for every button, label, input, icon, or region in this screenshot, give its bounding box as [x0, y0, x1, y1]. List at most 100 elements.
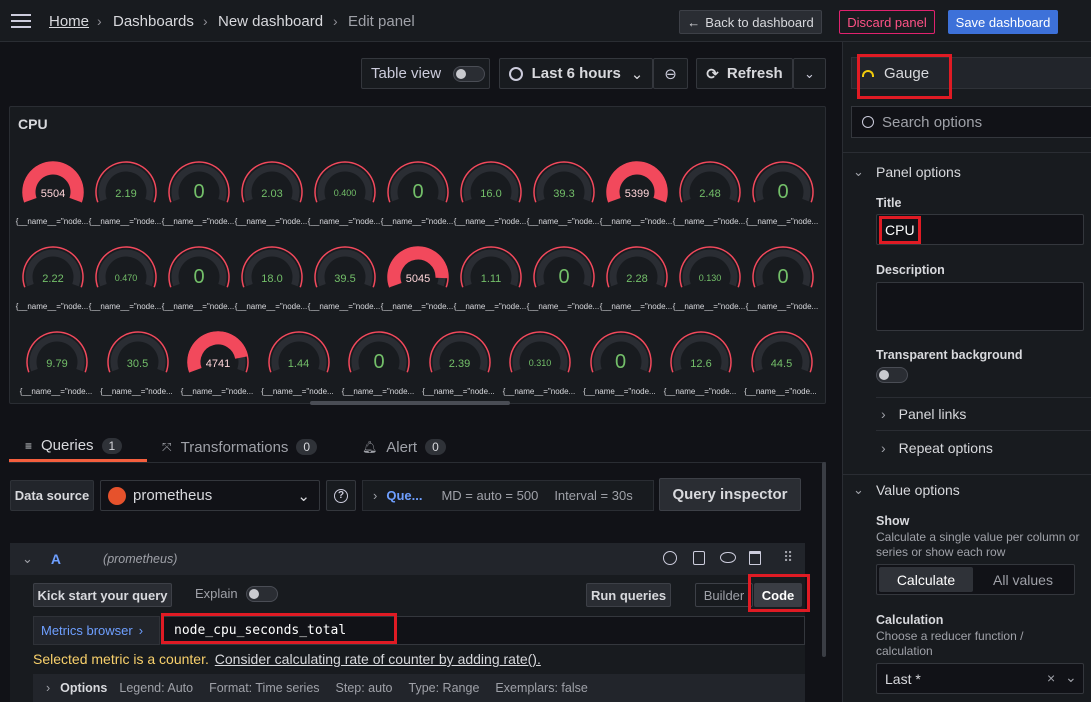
table-view-switch[interactable]: [453, 65, 486, 82]
rate-hint-link[interactable]: Consider calculating rate of counter by …: [215, 651, 541, 667]
trash-icon[interactable]: [749, 551, 761, 565]
gauge: 2.03 {__name__="node...: [235, 157, 307, 232]
discard-panel-button[interactable]: Discard panel: [839, 10, 935, 34]
chevron-down-icon: ⌄: [1065, 669, 1077, 685]
query-scrollbar[interactable]: [822, 462, 826, 657]
gauge-label: {__name__="node...: [663, 387, 737, 396]
chevron-down-icon: ⌄: [804, 65, 815, 81]
gauge-svg: [95, 246, 157, 288]
explain-label: Explain: [195, 586, 238, 601]
chevron-down-icon[interactable]: ⌄: [22, 551, 33, 567]
gauge-label: {__name__="node...: [341, 387, 415, 396]
clear-icon[interactable]: ×: [1047, 670, 1055, 686]
visualization-picker[interactable]: Gauge: [851, 57, 1091, 89]
gauge-value: 1.44: [287, 358, 310, 370]
transformations-count: 0: [296, 439, 318, 455]
type-option: Type: Range: [408, 681, 480, 695]
gauge-svg: [314, 246, 376, 288]
gauge-svg: [606, 161, 668, 203]
refresh-interval-dropdown[interactable]: ⌄: [793, 58, 826, 89]
all-values-option[interactable]: All values: [975, 567, 1071, 592]
time-range-label: Last 6 hours: [531, 65, 621, 82]
format-option: Format: Time series: [209, 681, 320, 695]
builder-mode-button[interactable]: Builder: [695, 583, 753, 607]
query-expression: node_cpu_seconds_total: [174, 623, 347, 638]
panel-options-heading[interactable]: Panel options: [876, 164, 961, 180]
tab-queries[interactable]: ≡ Queries 1: [9, 432, 147, 462]
kick-start-label: Kick start your query: [37, 587, 168, 603]
warning-text: Selected metric is a counter.: [33, 651, 209, 667]
back-to-dashboard-button[interactable]: ← Back to dashboard: [679, 10, 822, 34]
kick-start-button[interactable]: Kick start your query: [33, 583, 172, 607]
breadcrumb-home[interactable]: Home: [49, 13, 89, 30]
bell-icon: 🔔︎: [362, 440, 378, 454]
repeat-options-row[interactable]: › Repeat options: [876, 431, 1091, 465]
eye-icon[interactable]: [720, 552, 736, 563]
gauge-svg: [509, 331, 571, 373]
gauge-value: 16.0: [480, 188, 502, 200]
run-queries-label: Run queries: [590, 587, 667, 603]
gauge-label: {__name__="node...: [88, 302, 162, 311]
zoom-out-button[interactable]: ⊖: [653, 58, 688, 89]
metrics-browser-button[interactable]: Metrics browser ›: [33, 616, 160, 645]
run-queries-button[interactable]: Run queries: [586, 583, 671, 607]
explain-switch[interactable]: [246, 586, 278, 602]
tab-alert[interactable]: 🔔︎ Alert 0: [362, 432, 446, 462]
gauge-value: 0.130: [698, 273, 722, 283]
panel-links-label: Panel links: [898, 406, 967, 422]
search-options-input[interactable]: Search options: [851, 106, 1091, 138]
data-source-value: prometheus: [133, 487, 213, 504]
breadcrumb-dashboards[interactable]: Dashboards: [113, 13, 194, 30]
time-range-picker[interactable]: Last 6 hours ⌄: [499, 58, 653, 89]
gauge-svg: [26, 331, 88, 373]
transparent-background-switch[interactable]: [876, 367, 908, 383]
description-textarea[interactable]: [876, 282, 1084, 331]
help-icon[interactable]: [663, 551, 677, 565]
horizontal-scrollbar[interactable]: [310, 401, 510, 405]
gauge-value: 18.0: [261, 273, 283, 285]
gauge: 16.0 {__name__="node...: [454, 157, 526, 232]
gauge: 0 {__name__="node...: [162, 242, 234, 317]
search-placeholder: Search options: [882, 113, 983, 131]
title-value: CPU: [885, 221, 915, 238]
options-divider: [843, 474, 1091, 475]
query-row-header[interactable]: ⌄ A (prometheus) ⠿: [10, 543, 805, 575]
title-input[interactable]: CPU: [876, 214, 1084, 245]
calculation-label: Calculation: [876, 613, 944, 627]
panel-links-row[interactable]: › Panel links: [876, 397, 1091, 431]
query-expression-editor[interactable]: node_cpu_seconds_total: [161, 616, 805, 645]
gauge-svg: [187, 331, 249, 373]
gauge-svg: [314, 161, 376, 203]
tab-transformations[interactable]: ⤧ Transformations 0: [162, 432, 318, 462]
chevron-down-icon[interactable]: ⌄: [853, 164, 864, 180]
save-dashboard-button[interactable]: Save dashboard: [948, 10, 1058, 34]
code-mode-button[interactable]: Code: [754, 583, 802, 607]
calculation-select[interactable]: Last * × ⌄: [876, 663, 1084, 694]
duplicate-icon[interactable]: [693, 551, 705, 565]
value-options-heading[interactable]: Value options: [876, 482, 960, 498]
drag-handle-icon[interactable]: ⠿: [783, 549, 793, 566]
refresh-button[interactable]: ⟳ Refresh: [696, 58, 793, 89]
breadcrumb-current: Edit panel: [348, 13, 415, 30]
gauge-value: 2.03: [261, 188, 283, 200]
calculate-option[interactable]: Calculate: [879, 567, 973, 592]
gauge-value: 0: [558, 266, 570, 288]
table-view-toggle[interactable]: Table view: [361, 58, 490, 89]
gauge-value: 0.470: [114, 273, 138, 283]
gauge-label: {__name__="node...: [307, 217, 381, 226]
chevron-down-icon[interactable]: ⌄: [853, 482, 864, 498]
query-inspector-button[interactable]: Query inspector: [659, 478, 801, 511]
data-source-help-button[interactable]: ?: [326, 480, 356, 511]
gauge: 0 {__name__="node...: [583, 327, 656, 402]
menu-icon[interactable]: [11, 14, 31, 28]
gauge: 30.5 {__name__="node...: [100, 327, 173, 402]
data-source-picker[interactable]: prometheus ⌄: [100, 480, 320, 511]
options-pane: Gauge Search options ⌄ Panel options Tit…: [842, 42, 1091, 702]
gauge: 2.48 {__name__="node...: [673, 157, 745, 232]
gauge-label: {__name__="node...: [526, 217, 600, 226]
query-options-collapse[interactable]: › Que... MD = auto = 500 Interval = 30s: [362, 480, 654, 511]
gauge-label: {__name__="node...: [234, 302, 308, 311]
breadcrumb-new-dashboard[interactable]: New dashboard: [218, 13, 323, 30]
query-options-row[interactable]: › Options Legend: Auto Format: Time seri…: [33, 674, 805, 702]
metrics-browser-label: Metrics browser: [41, 623, 133, 638]
